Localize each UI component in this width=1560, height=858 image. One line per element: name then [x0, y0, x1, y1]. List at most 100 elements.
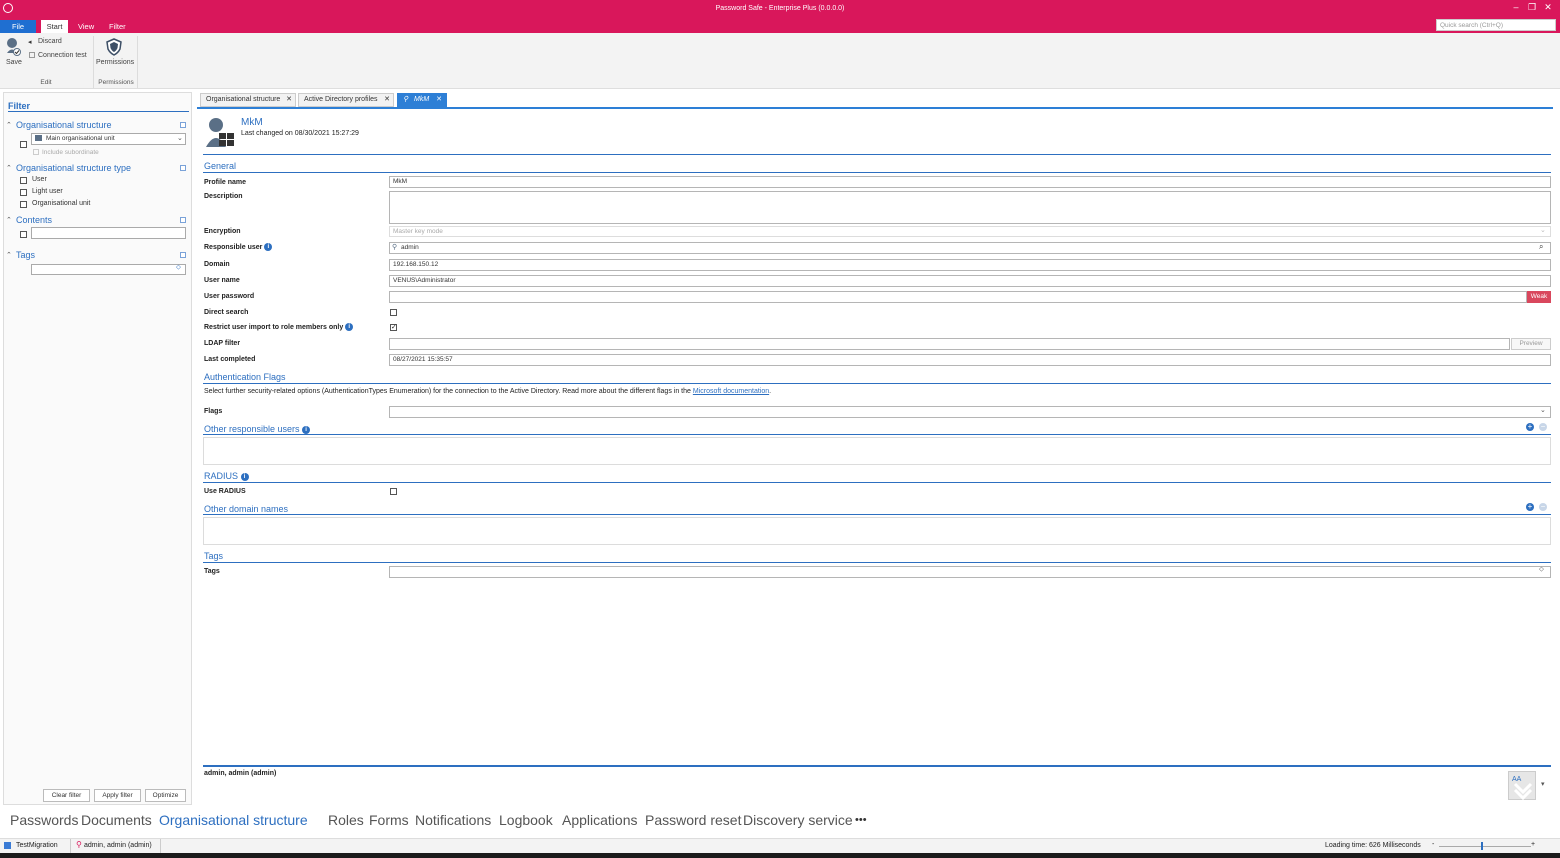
username-input[interactable]: VENUS\Administrator: [389, 275, 1551, 287]
info-icon[interactable]: i: [345, 323, 354, 331]
other-domains-title: Other domain names: [204, 504, 289, 514]
close-tab-icon[interactable]: ✕: [286, 94, 292, 106]
close-tab-icon[interactable]: ✕: [384, 94, 390, 106]
collapse-caret-icon[interactable]: ⌃: [6, 251, 12, 259]
status-bar: TestMigration ⚲ admin, admin (admin) Loa…: [0, 838, 1560, 853]
type-user-checkbox[interactable]: [20, 177, 27, 184]
tag-icon[interactable]: ⬦: [1539, 566, 1544, 574]
nav-forms[interactable]: Forms: [369, 812, 409, 828]
add-icon[interactable]: +: [1526, 503, 1534, 511]
responsible-user-input[interactable]: admin: [389, 242, 1551, 254]
nav-documents[interactable]: Documents: [81, 812, 152, 828]
save-button[interactable]: [5, 37, 21, 57]
nav-organisational-structure[interactable]: Organisational structure: [159, 812, 308, 828]
contents-checkbox[interactable]: [20, 231, 27, 238]
nav-passwords[interactable]: Passwords: [10, 812, 78, 828]
tab-start[interactable]: Start: [41, 20, 68, 33]
info-icon[interactable]: i: [264, 243, 273, 251]
save-label: Save: [6, 59, 22, 66]
other-domains-list[interactable]: [203, 517, 1551, 545]
type-light-user-checkbox[interactable]: [20, 189, 27, 196]
close-tab-icon[interactable]: ✕: [436, 94, 442, 106]
type-org-unit-checkbox[interactable]: [20, 201, 27, 208]
discard-icon: ◂: [28, 39, 32, 46]
section-toggle[interactable]: [180, 122, 186, 128]
nav-more-icon[interactable]: •••: [855, 814, 867, 826]
ldap-filter-input[interactable]: [389, 338, 1510, 350]
header-divider: [203, 154, 1551, 155]
use-radius-checkbox[interactable]: [390, 488, 397, 495]
encryption-select[interactable]: Master key mode: [389, 226, 1551, 237]
filter-org-type-title: Organisational structure type: [16, 163, 132, 173]
tab-label: Organisational structure: [206, 96, 281, 103]
zoom-in-button[interactable]: +: [1531, 841, 1535, 848]
section-toggle[interactable]: [180, 252, 186, 258]
last-completed-input[interactable]: 08/27/2021 15:35:57: [389, 354, 1551, 366]
discard-button[interactable]: Discard: [38, 38, 62, 45]
optimize-button[interactable]: Optimize: [145, 789, 186, 802]
tags-filter-input[interactable]: [31, 264, 186, 275]
collapse-caret-icon[interactable]: ⌃: [6, 216, 12, 224]
restore-button[interactable]: ❐: [1525, 2, 1539, 13]
microsoft-docs-link[interactable]: Microsoft documentation: [693, 388, 769, 395]
tab-organisational-structure[interactable]: Organisational structure ✕: [200, 93, 296, 107]
clear-filter-button[interactable]: Clear filter: [43, 789, 90, 802]
permissions-button[interactable]: [106, 38, 122, 58]
chevron-down-icon: ⌄: [1540, 407, 1546, 414]
section-toggle[interactable]: [180, 217, 186, 223]
tab-mkm[interactable]: ⚲ MkM ✕: [397, 93, 447, 107]
tab-strip-line: [197, 107, 1553, 109]
ad-profile-icon: [206, 117, 234, 151]
preview-button[interactable]: Preview: [1511, 338, 1551, 350]
window-title: Password Safe - Enterprise Plus (0.0.0.0…: [715, 5, 845, 12]
domain-input[interactable]: 192.168.150.12: [389, 259, 1551, 271]
username-label: User name: [204, 277, 240, 284]
nav-applications[interactable]: Applications: [562, 812, 638, 828]
info-icon[interactable]: i: [302, 425, 311, 434]
close-button[interactable]: ✕: [1541, 2, 1555, 13]
search-icon[interactable]: ⌕: [1539, 242, 1543, 252]
contents-input[interactable]: [31, 227, 186, 239]
quick-search-input[interactable]: Quick search (Ctrl+Q): [1436, 19, 1556, 31]
avatar-menu-caret-icon[interactable]: ▾: [1541, 780, 1545, 788]
nav-roles[interactable]: Roles: [328, 812, 364, 828]
section-toggle[interactable]: [180, 165, 186, 171]
nav-notifications[interactable]: Notifications: [415, 812, 491, 828]
tab-view[interactable]: View: [78, 20, 94, 33]
direct-search-checkbox[interactable]: [390, 309, 397, 316]
tab-filter[interactable]: Filter: [109, 20, 126, 33]
flags-select[interactable]: [389, 406, 1551, 418]
zoom-slider-thumb[interactable]: [1481, 842, 1483, 850]
nav-password-reset[interactable]: Password reset: [645, 812, 741, 828]
collapse-caret-icon[interactable]: ⌃: [6, 164, 12, 172]
zoom-out-button[interactable]: -: [1432, 841, 1434, 848]
tab-file[interactable]: File: [0, 20, 36, 33]
password-input[interactable]: [389, 291, 1527, 303]
nav-logbook[interactable]: Logbook: [499, 812, 553, 828]
include-subordinate-checkbox[interactable]: [33, 149, 39, 155]
description-input[interactable]: [389, 191, 1551, 224]
add-icon[interactable]: +: [1526, 423, 1534, 431]
filter-tags-title: Tags: [16, 250, 36, 260]
org-unit-select[interactable]: Main organisational unit: [31, 133, 186, 145]
save-icon: [7, 38, 21, 56]
remove-icon[interactable]: −: [1539, 503, 1547, 511]
tab-ad-profiles[interactable]: Active Directory profiles ✕: [298, 93, 394, 107]
info-icon[interactable]: i: [240, 472, 249, 481]
profile-name-input[interactable]: MkM: [389, 176, 1551, 188]
collapse-caret-icon[interactable]: ⌃: [6, 121, 12, 129]
org-structure-checkbox[interactable]: [20, 141, 27, 148]
other-responsible-title: Other responsible users i: [204, 424, 311, 434]
tags-label: Tags: [204, 568, 220, 575]
tags-input[interactable]: [389, 566, 1551, 578]
zoom-slider-track[interactable]: [1439, 846, 1531, 847]
tag-icon[interactable]: ⬦: [176, 264, 181, 272]
other-responsible-list[interactable]: [203, 437, 1551, 465]
avatar: AA: [1508, 771, 1536, 801]
apply-filter-button[interactable]: Apply filter: [94, 789, 141, 802]
remove-icon[interactable]: −: [1539, 423, 1547, 431]
nav-discovery-service[interactable]: Discovery service: [743, 812, 853, 828]
connection-test-button[interactable]: Connection test: [38, 52, 87, 59]
restrict-import-checkbox[interactable]: ✓: [390, 324, 397, 331]
minimize-button[interactable]: –: [1509, 2, 1523, 12]
